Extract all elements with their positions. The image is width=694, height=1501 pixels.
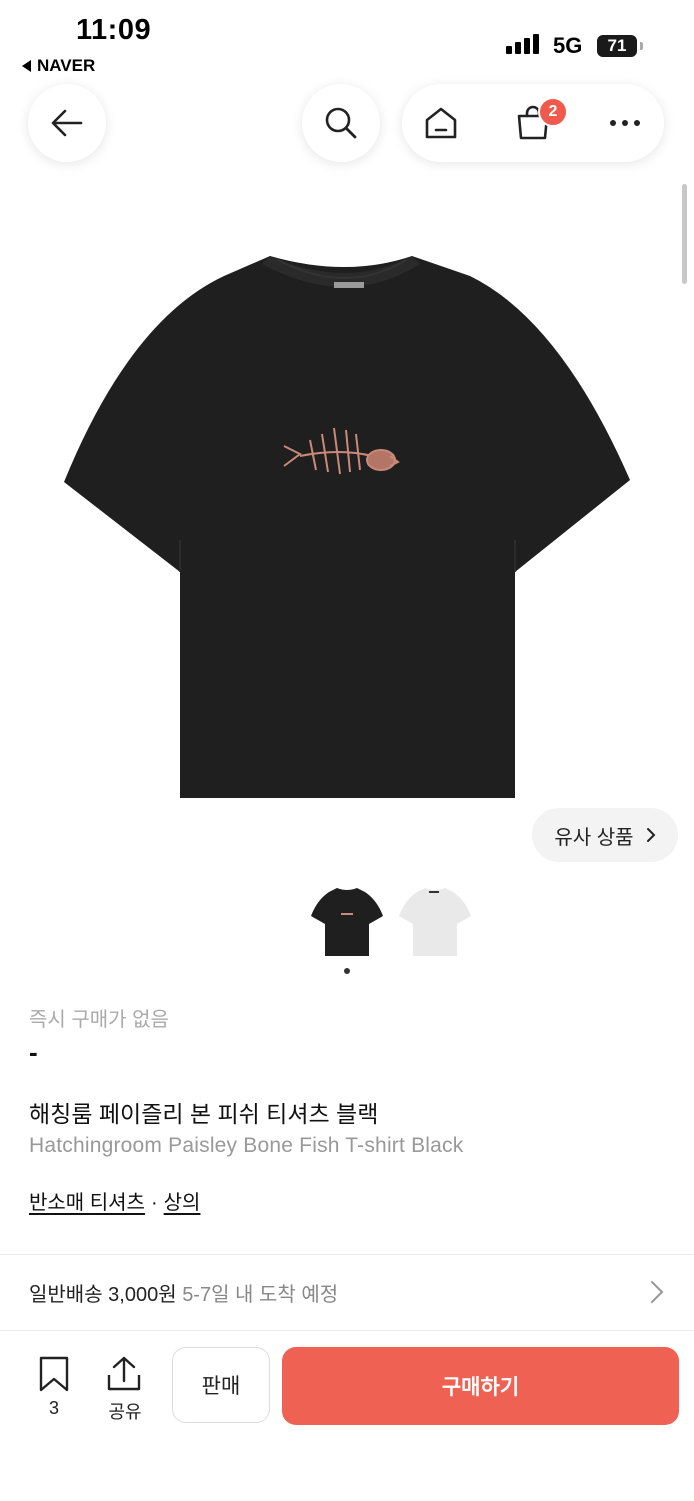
share-icon [107, 1356, 141, 1391]
battery-tip [640, 42, 643, 50]
back-to-app-link[interactable]: NAVER [22, 56, 95, 76]
search-icon [325, 107, 357, 139]
buy-button[interactable]: 구매하기 [282, 1347, 679, 1425]
more-button[interactable] [605, 103, 645, 143]
thumbnail-strip [0, 880, 694, 960]
shipping-eta: 5-7일 내 도착 예정 [182, 1284, 339, 1306]
thumbnail-white[interactable] [395, 880, 475, 960]
more-dots-icon [610, 120, 640, 126]
shipping-type: 일반배송 [29, 1284, 103, 1306]
bookmark-button[interactable] [36, 1355, 72, 1398]
status-bar: 11:09 NAVER 5G 71 [0, 0, 694, 80]
clock: 11:09 [76, 14, 152, 46]
back-button[interactable] [28, 84, 106, 162]
cart-count-badge: 2 [538, 97, 568, 127]
shipping-fee: 3,000원 [108, 1284, 177, 1306]
availability-text: 즉시 구매가 없음 [29, 1009, 169, 1031]
chevron-right-icon [646, 828, 655, 842]
back-app-label: NAVER [37, 56, 96, 75]
product-image[interactable] [0, 230, 694, 820]
category-breadcrumb: 반소매 티셔츠 · 상의 [29, 1186, 200, 1215]
thumbnail-black[interactable] [307, 880, 387, 960]
category-link-tops[interactable]: 상의 [164, 1192, 201, 1214]
network-label: 5G [553, 33, 583, 58]
divider [0, 1254, 694, 1255]
header-action-group [402, 84, 664, 162]
home-icon [425, 107, 457, 139]
bookmark-count: 3 [48, 1398, 59, 1418]
share-button[interactable] [102, 1355, 146, 1398]
shipping-row[interactable]: 일반배송 3,000원 5-7일 내 도착 예정 [29, 1278, 338, 1307]
share-label: 공유 [108, 1402, 142, 1422]
gallery-page-indicator [344, 968, 350, 974]
back-triangle-icon [22, 60, 31, 72]
thumbnail-white-image [399, 888, 471, 956]
category-link-short-sleeve[interactable]: 반소매 티셔츠 [29, 1192, 145, 1214]
product-title-korean: 해칭룸 페이즐리 본 피쉬 티셔츠 블랙 [29, 1101, 379, 1127]
similar-products-label: 유사 상품 [554, 826, 634, 849]
signal-icon [506, 34, 539, 54]
price: - [29, 1037, 38, 1067]
category-separator: · [150, 1192, 158, 1214]
battery-icon: 71 [597, 35, 637, 57]
tshirt-illustration [64, 256, 630, 798]
product-title-english: Hatchingroom Paisley Bone Fish T-shirt B… [29, 1134, 464, 1157]
thumbnail-black-image [311, 888, 383, 956]
bookmark-icon [39, 1356, 69, 1392]
arrow-left-icon [51, 109, 83, 137]
home-button[interactable] [421, 103, 461, 143]
chevron-right-icon [651, 1281, 664, 1303]
sell-button[interactable]: 판매 [172, 1347, 270, 1423]
search-button[interactable] [302, 84, 380, 162]
similar-products-button[interactable]: 유사 상품 [532, 808, 678, 862]
